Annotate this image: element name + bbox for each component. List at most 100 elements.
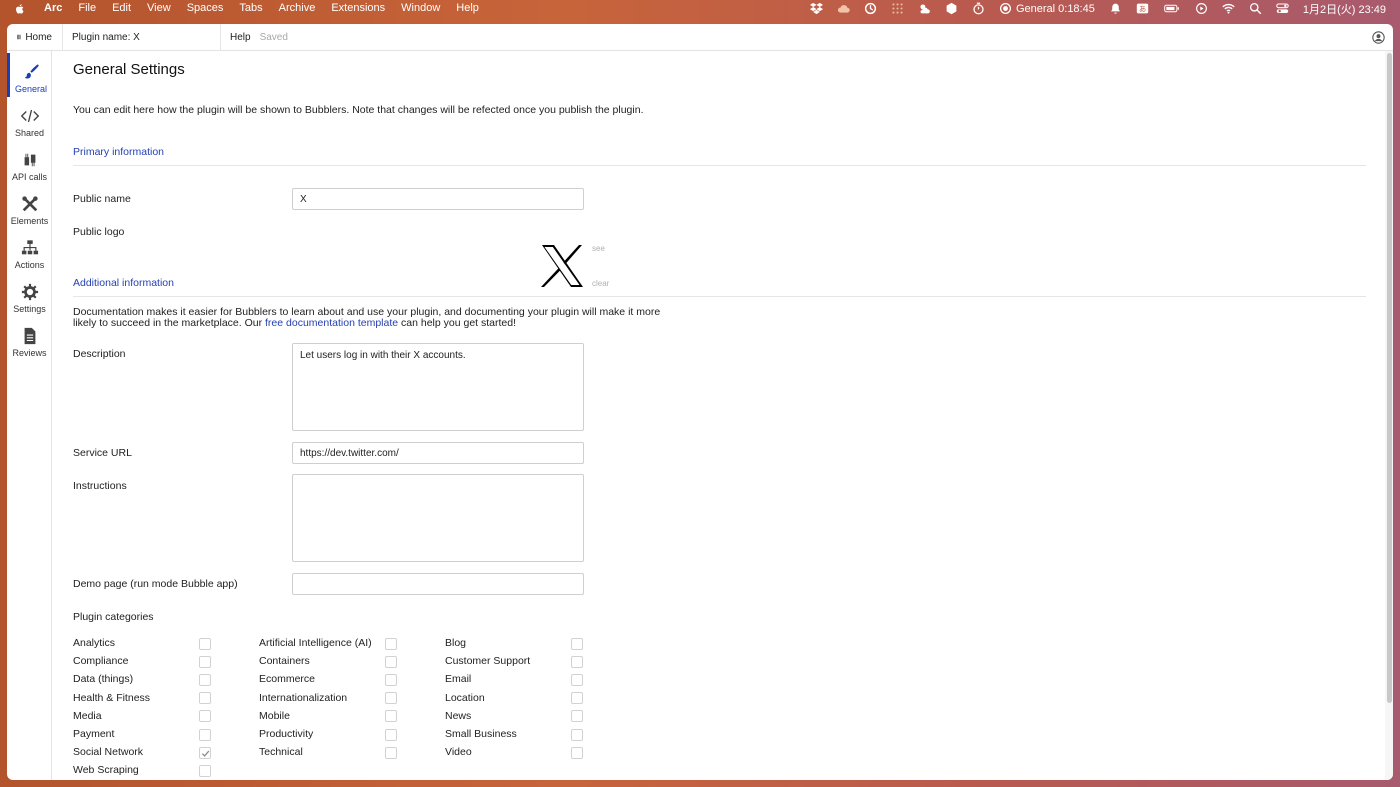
scrollbar-thumb[interactable] [1387,53,1392,703]
x-logo-image[interactable] [540,244,584,288]
play-icon[interactable] [1195,2,1208,15]
page-intro: You can edit here how the plugin will be… [73,104,644,116]
plug-icon [24,153,35,167]
category-checkbox[interactable] [385,692,397,705]
category-checkbox[interactable] [199,710,211,723]
menu-window[interactable]: Window [393,0,448,17]
control-center-icon[interactable] [1276,2,1289,15]
category-checkbox[interactable] [571,637,583,650]
sidebar-item-reviews[interactable]: Reviews [7,317,52,361]
category-checkbox[interactable] [199,673,211,686]
category-label: Location [445,691,485,704]
doc-text-end: can help you get started! [398,316,517,329]
category-label: Email [445,673,472,686]
menu-view[interactable]: View [139,0,179,17]
category-label: Analytics [73,637,116,649]
public-name-input[interactable] [292,188,584,210]
primary-information-heading: Primary information [73,146,165,158]
page-title: General Settings [73,61,185,78]
additional-information-heading: Additional information [73,277,174,289]
sidebar-item-label: General [14,84,48,94]
grid-dots-icon[interactable] [891,2,904,15]
input-method-icon[interactable]: あ [1136,2,1149,15]
timer-icon[interactable] [972,2,985,15]
menu-app[interactable]: Arc [36,0,70,17]
cube-icon[interactable] [945,2,958,15]
gear-icon [21,283,38,301]
category-checkbox[interactable] [385,728,397,741]
category-label: Blog [445,637,467,649]
category-checkbox[interactable] [571,655,583,668]
plugin-name-dropdown[interactable]: Plugin name: X [63,24,221,51]
category-label: Media [73,709,102,722]
sidebar-item-shared[interactable]: Shared [7,97,52,141]
plugin-sidebar: General Shared API calls Elements Action… [7,51,52,780]
sidebar-item-label: Shared [14,128,45,138]
account-icon[interactable] [1372,31,1385,44]
sidebar-item-actions[interactable]: Actions [7,229,52,273]
description-textarea[interactable]: Let users log in with their X accounts. [292,343,584,431]
spotlight-search-icon[interactable] [1249,2,1262,15]
menu-spaces[interactable]: Spaces [179,0,232,17]
description-label: Description [73,348,126,360]
menu-archive[interactable]: Archive [271,0,324,17]
sidebar-item-elements[interactable]: Elements [7,185,52,229]
browser-window: Home Plugin name: X Help Saved General S… [7,24,1393,780]
menu-extensions[interactable]: Extensions [323,0,393,17]
category-checkbox[interactable] [199,728,211,741]
svg-text:あ: あ [1139,4,1146,13]
category-checkbox[interactable] [199,692,211,705]
save-status: Saved [259,31,288,43]
demo-page-label: Demo page (run mode Bubble app) [73,578,238,590]
category-checkbox[interactable] [385,637,397,650]
category-checkbox[interactable] [199,764,211,777]
battery-icon[interactable] [1163,2,1181,15]
wifi-icon[interactable] [1222,2,1235,15]
notification-bell-icon[interactable] [1109,2,1122,15]
dropbox-icon[interactable] [809,2,823,15]
macos-menubar: Arc File Edit View Spaces Tabs Archive E… [0,0,1400,17]
service-url-input[interactable] [292,442,584,464]
help-menu[interactable]: Help [221,32,260,43]
weather-icon[interactable] [918,2,931,15]
sidebar-item-label: Elements [10,216,49,226]
category-checkbox[interactable] [571,746,583,759]
menubar-clock[interactable]: 1月2日(火) 23:49 [1303,1,1386,17]
logo-clear-link[interactable]: clear [592,279,609,288]
record-icon [999,2,1011,15]
apple-icon[interactable] [14,3,26,15]
category-checkbox[interactable] [385,710,397,723]
category-checkbox[interactable] [199,637,211,650]
category-checkbox[interactable] [199,655,211,668]
demo-page-input[interactable] [292,573,584,595]
category-checkbox[interactable] [199,746,211,759]
logo-see-link[interactable]: see [592,244,605,253]
sidebar-item-api-calls[interactable]: API calls [7,141,52,185]
category-checkbox[interactable] [571,710,583,723]
brush-icon [24,64,39,79]
category-checkbox[interactable] [571,673,583,686]
home-button[interactable]: Home [7,24,63,51]
sync-icon[interactable] [864,2,877,15]
menu-tabs[interactable]: Tabs [231,0,270,17]
category-checkbox[interactable] [571,692,583,705]
cloud-icon[interactable] [837,2,850,15]
sidebar-item-general[interactable]: General [7,53,52,97]
category-checkbox[interactable] [385,746,397,759]
menu-help[interactable]: Help [448,0,487,17]
instructions-textarea[interactable] [292,474,584,562]
menu-edit[interactable]: Edit [104,0,139,17]
category-checkbox[interactable] [571,728,583,741]
section-divider [73,165,1366,166]
category-checkbox[interactable] [385,655,397,668]
category-checkbox[interactable] [385,673,397,686]
checkmark-icon [201,750,210,757]
section-divider [73,296,1366,297]
menu-file[interactable]: File [70,0,104,17]
documentation-template-link[interactable]: free documentation template [265,317,398,329]
recording-status[interactable]: General 0:18:45 [999,2,1095,15]
category-label: News [445,709,472,722]
sidebar-item-settings[interactable]: Settings [7,273,52,317]
home-label: Home [25,31,52,43]
service-url-label: Service URL [73,447,132,459]
